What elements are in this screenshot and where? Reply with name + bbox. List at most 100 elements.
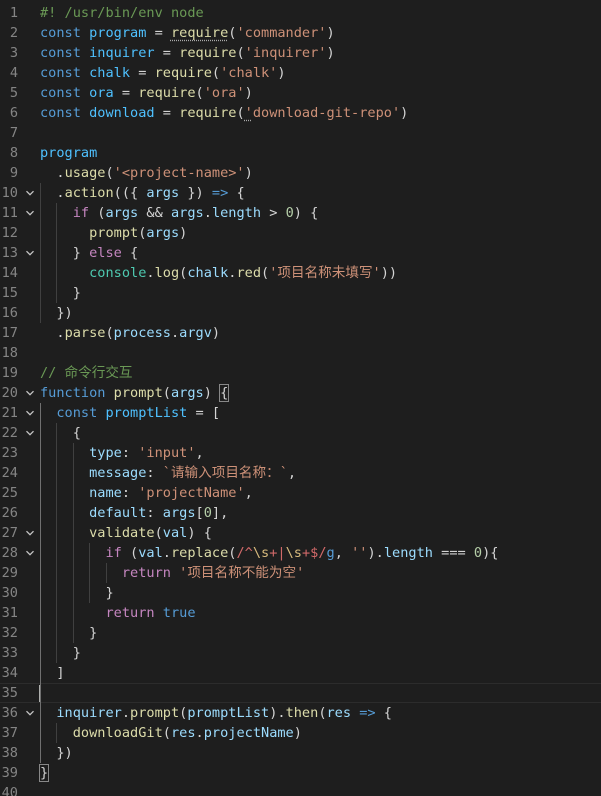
line-number: 19 bbox=[1, 365, 18, 381]
code-text: } bbox=[40, 285, 81, 301]
code-line[interactable]: 5 const ora = require('ora') bbox=[0, 83, 601, 103]
code-text: }) bbox=[40, 745, 73, 761]
line-number: 20 bbox=[1, 385, 18, 401]
code-line[interactable]: 24 message: `请输入项目名称：`, bbox=[0, 463, 601, 483]
code-text: } else { bbox=[40, 245, 139, 261]
code-line[interactable]: 4 const chalk = require('chalk') bbox=[0, 63, 601, 83]
code-line[interactable]: 17 .parse(process.argv) bbox=[0, 323, 601, 343]
code-text: const chalk = require('chalk') bbox=[40, 65, 286, 81]
code-line[interactable]: 33 } bbox=[0, 643, 601, 663]
line-number: 38 bbox=[1, 745, 18, 761]
code-text: return true bbox=[105, 605, 196, 621]
code-line[interactable]: 9 .usage('<project-name>') bbox=[0, 163, 601, 183]
code-text: downloadGit(res.projectName) bbox=[72, 725, 302, 741]
line-number: 35 bbox=[1, 685, 18, 701]
line-number: 17 bbox=[1, 325, 18, 341]
code-text: validate(val) { bbox=[89, 525, 212, 541]
line-number: 24 bbox=[1, 465, 18, 481]
line-number: 8 bbox=[9, 145, 18, 161]
code-text: { bbox=[40, 425, 81, 441]
code-line[interactable]: 26 default: args[0], bbox=[0, 503, 601, 523]
line-number: 28 bbox=[1, 545, 18, 561]
line-number: 40 bbox=[1, 785, 18, 796]
code-line[interactable]: 40 bbox=[0, 783, 601, 796]
fold-chevron-icon[interactable] bbox=[23, 543, 37, 563]
fold-chevron-icon[interactable] bbox=[23, 703, 37, 723]
code-text: } bbox=[40, 625, 98, 641]
line-number: 16 bbox=[1, 305, 18, 321]
code-text: inquirer.prompt(promptList).then(res => … bbox=[56, 705, 392, 721]
code-line[interactable]: 38 }) bbox=[0, 743, 601, 763]
code-line[interactable]: 10 .action(({ args }) => { bbox=[0, 183, 601, 203]
code-text: const promptList = [ bbox=[56, 405, 221, 421]
line-number: 27 bbox=[1, 525, 18, 541]
line-number: 4 bbox=[9, 65, 18, 81]
code-text: .action(({ args }) => { bbox=[40, 185, 245, 201]
fold-chevron-icon[interactable] bbox=[23, 243, 37, 263]
code-text: #! /usr/bin/env node bbox=[40, 5, 204, 21]
code-text: if (val.replace(/^\s+|\s+$/g, '').length… bbox=[105, 545, 499, 561]
code-line[interactable]: 15 } bbox=[0, 283, 601, 303]
code-line[interactable]: 11 if (args && args.length > 0) { bbox=[0, 203, 601, 223]
fold-chevron-icon[interactable] bbox=[23, 423, 37, 443]
code-text: console.log(chalk.red('项目名称未填写')) bbox=[89, 265, 398, 281]
line-number: 33 bbox=[1, 645, 18, 661]
code-text: const inquirer = require('inquirer') bbox=[40, 45, 335, 61]
code-text: prompt(args) bbox=[89, 225, 188, 241]
fold-chevron-icon[interactable] bbox=[23, 523, 37, 543]
line-number: 39 bbox=[1, 765, 18, 781]
line-number: 23 bbox=[1, 445, 18, 461]
code-line[interactable]: 27 validate(val) { bbox=[0, 523, 601, 543]
line-number: 22 bbox=[1, 425, 18, 441]
code-line[interactable]: 35 bbox=[0, 683, 601, 703]
code-line[interactable]: 19 // 命令行交互 bbox=[0, 363, 601, 383]
code-text: }) bbox=[40, 305, 73, 321]
code-line[interactable]: 12 prompt(args) bbox=[0, 223, 601, 243]
line-number: 21 bbox=[1, 405, 18, 421]
fold-chevron-icon[interactable] bbox=[23, 183, 37, 203]
line-number: 5 bbox=[9, 85, 18, 101]
code-line[interactable]: 20 function prompt(args) { bbox=[0, 383, 601, 403]
indent-guide bbox=[105, 563, 107, 583]
code-editor[interactable]: 1 #! /usr/bin/env node 2 const program = re… bbox=[0, 0, 601, 796]
line-number: 1 bbox=[9, 5, 18, 21]
code-line[interactable]: 13 } else { bbox=[0, 243, 601, 263]
code-text: .parse(process.argv) bbox=[40, 325, 221, 341]
code-line[interactable]: 36 inquirer.prompt(promptList).then(res … bbox=[0, 703, 601, 723]
code-line[interactable]: 18 bbox=[0, 343, 601, 363]
code-line[interactable]: 37 downloadGit(res.projectName) bbox=[0, 723, 601, 743]
code-text: // 命令行交互 bbox=[40, 365, 133, 381]
line-number: 13 bbox=[1, 245, 18, 261]
code-text: ] bbox=[40, 665, 65, 681]
code-line[interactable]: 31 return true bbox=[0, 603, 601, 623]
line-number: 14 bbox=[1, 265, 18, 281]
code-line[interactable]: 34 ] bbox=[0, 663, 601, 683]
code-line[interactable]: 6 const download = require('download-git-… bbox=[0, 103, 601, 123]
fold-chevron-icon[interactable] bbox=[23, 403, 37, 423]
line-number: 2 bbox=[9, 25, 18, 41]
code-line[interactable]: 39} bbox=[0, 763, 601, 783]
fold-chevron-icon[interactable] bbox=[23, 203, 37, 223]
indent-guide bbox=[89, 543, 91, 603]
code-line[interactable]: 3 const inquirer = require('inquirer') bbox=[0, 43, 601, 63]
code-line[interactable]: 7 bbox=[0, 123, 601, 143]
fold-chevron-icon[interactable] bbox=[23, 383, 37, 403]
line-number: 9 bbox=[9, 165, 18, 181]
line-number: 12 bbox=[1, 225, 18, 241]
code-text: function prompt(args) { bbox=[40, 384, 230, 402]
code-line[interactable]: 23 type: 'input', bbox=[0, 443, 601, 463]
line-number: 34 bbox=[1, 665, 18, 681]
code-line[interactable]: 21 const promptList = [ bbox=[0, 403, 601, 423]
line-number: 30 bbox=[1, 585, 18, 601]
code-line[interactable]: 14 console.log(chalk.red('项目名称未填写')) bbox=[0, 263, 601, 283]
code-line[interactable]: 22 { bbox=[0, 423, 601, 443]
code-line[interactable]: 2 const program = require('commander') bbox=[0, 23, 601, 43]
code-line[interactable]: 16 }) bbox=[0, 303, 601, 323]
code-line[interactable]: 8 program bbox=[0, 143, 601, 163]
code-text: } bbox=[38, 764, 50, 782]
indent-guide bbox=[56, 723, 58, 743]
code-line[interactable]: 25 name: 'projectName', bbox=[0, 483, 601, 503]
code-text: const ora = require('ora') bbox=[40, 85, 253, 101]
code-line[interactable]: 32 } bbox=[0, 623, 601, 643]
code-line[interactable]: 1 #! /usr/bin/env node bbox=[0, 3, 601, 23]
